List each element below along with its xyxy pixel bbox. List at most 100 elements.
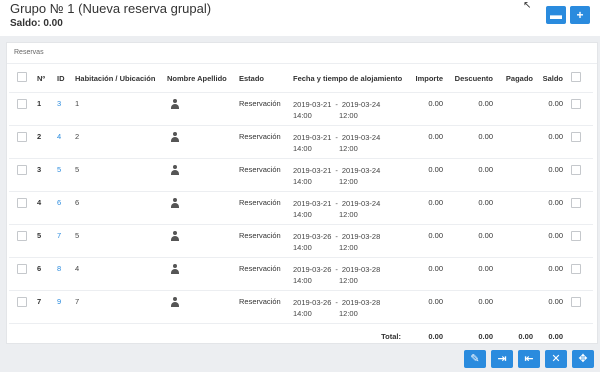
- table-row[interactable]: 4 6 6 Reservación 2019-03-21-2019-03-24 14:00…: [9, 191, 593, 225]
- row-dates: 2019-03-21-2019-03-24 14:00 12:00: [293, 93, 401, 126]
- row-checkbox[interactable]: [17, 264, 27, 274]
- row-checkbox[interactable]: [17, 297, 27, 307]
- row-id-link[interactable]: 8: [57, 258, 75, 291]
- row-saldo: 0.00: [548, 231, 563, 240]
- row-checkbox[interactable]: [17, 165, 27, 175]
- row-status: Reservación: [239, 99, 281, 108]
- col-descuento[interactable]: Descuento: [443, 64, 493, 93]
- row-start-date: 2019-03-21: [293, 133, 332, 142]
- row-right-checkbox[interactable]: [571, 198, 581, 208]
- mouse-cursor-icon: ↖: [523, 0, 532, 11]
- chat-button[interactable]: ▬: [546, 6, 566, 24]
- guest-person-icon[interactable]: [170, 297, 180, 307]
- row-right-checkbox[interactable]: [571, 132, 581, 142]
- row-right-checkbox[interactable]: [571, 231, 581, 241]
- row-start-date: 2019-03-21: [293, 166, 332, 175]
- table-row[interactable]: 6 8 4 Reservación 2019-03-26-2019-03-28 14:00…: [9, 257, 593, 291]
- row-pagado: [493, 291, 533, 324]
- col-saldo[interactable]: Saldo: [533, 64, 563, 93]
- row-dates: 2019-03-21-2019-03-24 14:00 12:00: [293, 126, 401, 159]
- row-pagado: [493, 93, 533, 126]
- row-right-checkbox[interactable]: [571, 264, 581, 274]
- table-header-row: Nº ID Habitación / Ubicación Nombre Apel…: [9, 64, 593, 93]
- move-button[interactable]: ✥: [572, 350, 594, 368]
- row-num: 2: [37, 132, 42, 141]
- row-num: 6: [37, 264, 42, 273]
- check-in-icon: ⇥: [497, 352, 507, 365]
- row-num: 4: [37, 198, 42, 207]
- row-num: 7: [37, 297, 42, 306]
- row-num: 3: [37, 165, 42, 174]
- row-importe: 0.00: [428, 198, 443, 207]
- row-end-time: 12:00: [339, 144, 358, 153]
- col-dates[interactable]: Fecha y tiempo de alojamiento: [293, 64, 402, 93]
- guest-person-icon[interactable]: [170, 231, 180, 241]
- row-checkbox[interactable]: [17, 132, 27, 142]
- guest-person-icon[interactable]: [170, 99, 180, 109]
- row-id-link[interactable]: 6: [57, 192, 75, 225]
- row-status: Reservación: [239, 231, 281, 240]
- reservations-panel: Reservas Nº ID Habitación / Ubicación No…: [6, 42, 598, 344]
- row-end-date: 2019-03-24: [341, 199, 381, 208]
- edit-button[interactable]: ✎: [464, 350, 486, 368]
- select-all-right-checkbox[interactable]: [571, 72, 581, 82]
- row-pagado: [493, 225, 533, 258]
- row-checkbox[interactable]: [17, 99, 27, 109]
- row-id-link[interactable]: 4: [57, 126, 75, 159]
- cancel-button[interactable]: ✕: [545, 350, 567, 368]
- col-room[interactable]: Habitación / Ubicación: [75, 64, 167, 93]
- select-all-checkbox[interactable]: [17, 72, 27, 82]
- row-descuento: 0.00: [478, 165, 493, 174]
- check-out-button[interactable]: ⇤: [518, 350, 540, 368]
- row-pagado: [493, 192, 533, 225]
- row-saldo: 0.00: [548, 198, 563, 207]
- row-start-date: 2019-03-26: [293, 265, 332, 274]
- row-start-time: 14:00: [293, 276, 312, 285]
- guest-person-icon[interactable]: [170, 198, 180, 208]
- check-in-button[interactable]: ⇥: [491, 350, 513, 368]
- guest-person-icon[interactable]: [170, 165, 180, 175]
- row-right-checkbox[interactable]: [571, 297, 581, 307]
- row-checkbox[interactable]: [17, 198, 27, 208]
- header-toolbar: ▬ +: [546, 6, 590, 24]
- col-num[interactable]: Nº: [37, 64, 57, 93]
- row-room: 2: [75, 132, 80, 141]
- row-id-link[interactable]: 7: [57, 225, 75, 258]
- row-end-date: 2019-03-28: [341, 232, 381, 241]
- table-row[interactable]: 1 3 1 Reservación 2019-03-21-2019-03-24 14:00…: [9, 92, 593, 126]
- table-row[interactable]: 7 9 7 Reservación 2019-03-26-2019-03-28 14:00…: [9, 290, 593, 324]
- row-id-link[interactable]: 3: [57, 93, 75, 126]
- add-reservation-button[interactable]: +: [570, 6, 590, 24]
- row-pagado: [493, 126, 533, 159]
- row-end-time: 12:00: [339, 309, 358, 318]
- guest-person-icon[interactable]: [170, 264, 180, 274]
- date-separator: -: [335, 166, 338, 175]
- row-start-time: 14:00: [293, 177, 312, 186]
- page-title: Grupo № 1 (Nueva reserva grupal): [10, 1, 212, 16]
- row-right-checkbox[interactable]: [571, 99, 581, 109]
- row-num: 1: [37, 99, 42, 108]
- bottom-toolbar: ✎ ⇥ ⇤ ✕ ✥: [464, 350, 594, 368]
- guest-person-icon[interactable]: [170, 132, 180, 142]
- table-row[interactable]: 5 7 5 Reservación 2019-03-26-2019-03-28 14:00…: [9, 224, 593, 258]
- table-row[interactable]: 3 5 5 Reservación 2019-03-21-2019-03-24 14:00…: [9, 158, 593, 192]
- row-room: 5: [75, 231, 80, 240]
- plus-icon: +: [576, 8, 584, 22]
- row-checkbox[interactable]: [17, 231, 27, 241]
- row-id-link[interactable]: 5: [57, 159, 75, 192]
- col-importe[interactable]: Importe: [401, 64, 443, 93]
- col-status[interactable]: Estado: [239, 64, 293, 93]
- cancel-icon: ✕: [551, 352, 561, 365]
- row-num: 5: [37, 231, 42, 240]
- row-pagado: [493, 159, 533, 192]
- page-header: Grupo № 1 (Nueva reserva grupal) Saldo: …: [0, 0, 600, 40]
- row-saldo: 0.00: [548, 165, 563, 174]
- col-pagado[interactable]: Pagado: [493, 64, 533, 93]
- row-id-link[interactable]: 9: [57, 291, 75, 324]
- row-right-checkbox[interactable]: [571, 165, 581, 175]
- col-id[interactable]: ID: [57, 64, 75, 93]
- totals-row: Total: 0.00 0.00 0.00 0.00: [9, 323, 593, 353]
- table-row[interactable]: 2 4 2 Reservación 2019-03-21-2019-03-24 14:00…: [9, 125, 593, 159]
- date-separator: -: [335, 133, 338, 142]
- col-name[interactable]: Nombre Apellido: [167, 64, 239, 93]
